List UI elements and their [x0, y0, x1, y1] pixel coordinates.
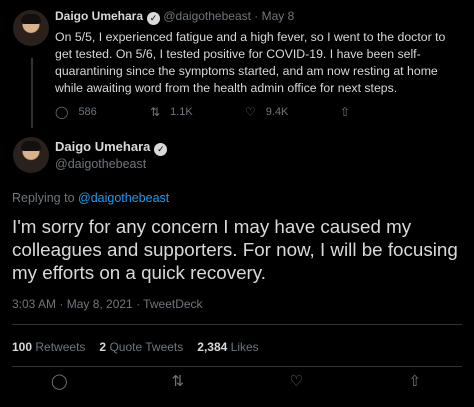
quote-tweets-count: 2 — [99, 340, 107, 354]
focused-tweet-actions: ◯ ⇅ ♡ ⇧ — [0, 372, 474, 390]
reply-icon: ◯ — [55, 105, 69, 119]
engagement-stats: 100 Retweets 2 Quote Tweets 2,384 Likes — [12, 340, 259, 354]
quote-tweets-stat[interactable]: 2 Quote Tweets — [99, 340, 183, 354]
separator: · — [250, 9, 262, 23]
reply-button[interactable]: ◯ 586 — [55, 105, 150, 119]
replying-to-handle[interactable]: @daigothebeast — [78, 191, 169, 205]
avatar[interactable] — [13, 10, 49, 46]
author-name[interactable]: Daigo Umehara — [55, 139, 150, 154]
likes-stat[interactable]: 2,384 Likes — [197, 340, 258, 354]
author-handle[interactable]: @daigothebeast — [55, 156, 167, 173]
author-name[interactable]: Daigo Umehara — [55, 9, 143, 23]
share-icon: ⇧ — [340, 105, 351, 119]
replying-to-label: Replying to — [12, 191, 79, 205]
likes-label: Likes — [230, 340, 259, 354]
retweet-button[interactable]: ⇅ 1.1K — [150, 105, 245, 119]
retweet-count: 1.1K — [170, 106, 193, 118]
retweet-icon: ⇅ — [150, 105, 161, 119]
retweets-count: 100 — [12, 340, 33, 354]
focused-tweet-header: Daigo Umehara ✓ @daigothebeast — [55, 138, 168, 173]
verified-badge-icon: ✓ — [147, 12, 161, 25]
share-icon[interactable]: ⇧ — [403, 372, 427, 390]
replying-to: Replying to @daigothebeast — [12, 191, 169, 205]
likes-count: 2,384 — [197, 340, 228, 354]
quote-tweets-label: Quote Tweets — [109, 340, 184, 354]
like-button[interactable]: ♡ 9.4K — [245, 105, 340, 119]
author-handle[interactable]: @daigothebeast — [163, 9, 251, 23]
tweet-actions: ◯ 586 ⇅ 1.1K ♡ 9.4K ⇧ — [55, 103, 435, 121]
avatar[interactable] — [13, 137, 49, 173]
verified-badge-icon: ✓ — [154, 143, 168, 156]
reply-count: 586 — [78, 106, 97, 118]
tweet-text: On 5/5, I experienced fatigue and a high… — [55, 30, 446, 95]
tweet-timestamp-source[interactable]: 3:03 AM · May 8, 2021 · TweetDeck — [12, 297, 203, 311]
retweets-stat[interactable]: 100 Retweets — [12, 340, 85, 354]
divider — [12, 324, 462, 325]
share-button[interactable]: ⇧ — [340, 105, 435, 119]
like-count: 9.4K — [265, 106, 289, 118]
thread-connector-line — [31, 58, 33, 128]
focused-tweet-text: I'm sorry for any concern I may have cau… — [12, 216, 458, 283]
heart-icon: ♡ — [245, 105, 256, 119]
retweets-label: Retweets — [35, 340, 86, 354]
reply-icon[interactable]: ◯ — [47, 372, 71, 390]
divider — [12, 366, 462, 367]
tweet-date[interactable]: May 8 — [262, 9, 295, 23]
tweet-previous[interactable]: Daigo Umehara ✓ @daigothebeast · May 8 On… — [55, 8, 465, 97]
heart-icon[interactable]: ♡ — [284, 372, 308, 390]
retweet-icon[interactable]: ⇅ — [166, 372, 190, 390]
